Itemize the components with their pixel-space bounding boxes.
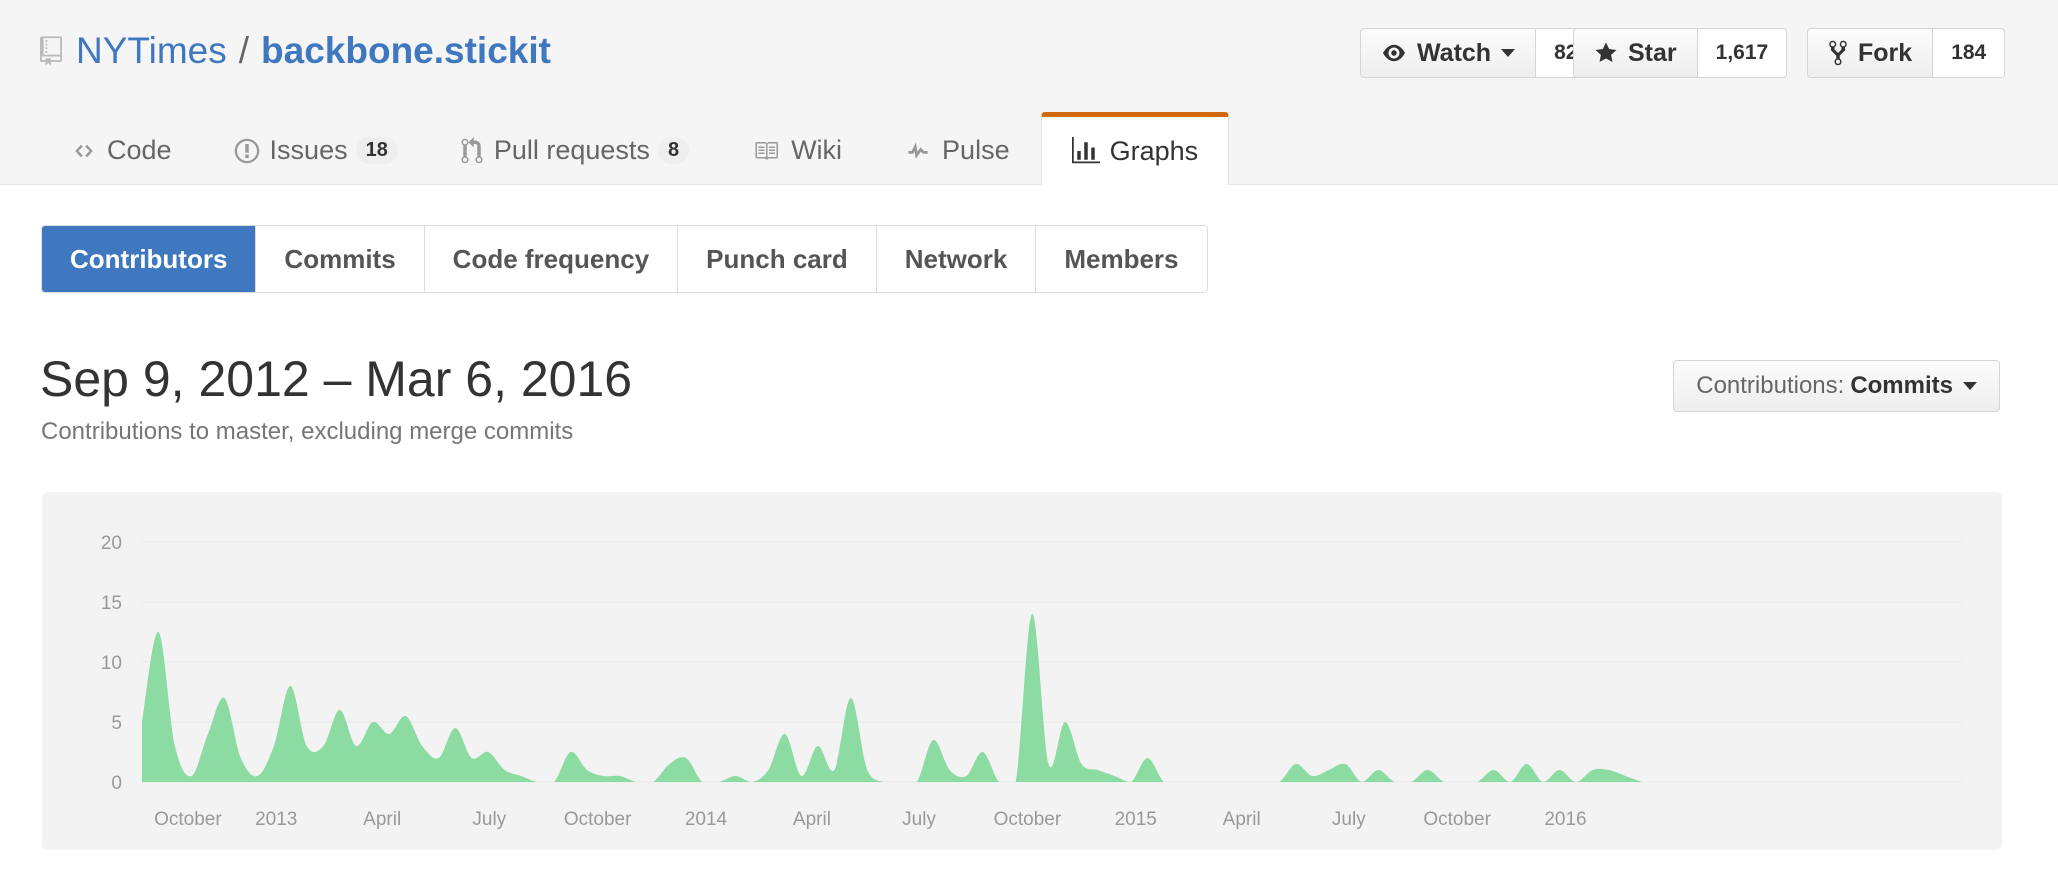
x-tick-label: July [1332, 809, 1366, 830]
x-tick-label: 2014 [685, 809, 728, 830]
code-icon [75, 144, 93, 157]
pulse-icon [908, 141, 928, 159]
pull-requests-counter: 8 [657, 137, 690, 164]
subnav-code-frequency[interactable]: Code frequency [423, 226, 678, 292]
contributions-area-chart: 20151050October 2013 April July October 2014 A… [101, 533, 1962, 830]
watch-label: Watch [1417, 38, 1492, 67]
contributions-select-value: Commits [1850, 372, 1953, 399]
star-icon [1595, 42, 1617, 62]
x-tick-label: 2013 [255, 809, 297, 830]
contributions-type-select[interactable]: Contributions: Commits [1673, 360, 2000, 412]
fork-label: Fork [1858, 38, 1913, 67]
date-range-subtitle: Contributions to master, excluding merge… [41, 418, 574, 445]
fork-group: Fork 184 [1807, 28, 2006, 78]
x-tick-label: October [564, 809, 632, 830]
repo-book-icon [40, 36, 62, 66]
date-range-title: Sep 9, 2012 – Mar 6, 2016 [40, 351, 633, 407]
y-tick-label: 15 [101, 593, 122, 614]
tab-pull-requests[interactable]: Pull requests 8 [429, 112, 720, 184]
x-tick-label: 2016 [1544, 809, 1586, 830]
issues-counter: 18 [355, 137, 398, 164]
repo-name-link[interactable]: backbone.stickit [261, 30, 551, 72]
star-label: Star [1628, 38, 1677, 67]
star-group: Star 1,617 [1573, 28, 1788, 78]
tab-issues-label: Issues [269, 135, 348, 165]
x-tick-label: July [902, 809, 936, 830]
git-pull-request-icon [461, 136, 483, 163]
repo-owner-link[interactable]: NYTimes [76, 30, 227, 72]
commits-area-series [142, 613, 1642, 782]
watch-caret-icon [1501, 49, 1516, 57]
issue-opened-icon [234, 138, 259, 163]
tab-graphs-label: Graphs [1109, 135, 1199, 166]
tab-pulse[interactable]: Pulse [873, 112, 1041, 184]
graph-icon [1071, 137, 1100, 164]
stargazers-count[interactable]: 1,617 [1697, 28, 1788, 78]
fork-icon [1829, 40, 1847, 66]
x-tick-label: October [1423, 809, 1491, 830]
graphs-subnav: Contributors Commits Code frequency Punc… [41, 225, 1208, 293]
y-tick-label: 10 [101, 653, 122, 674]
repo-nav: Code Issues 18 Pull requests 8 Wiki Puls… [40, 112, 1230, 185]
x-tick-label: October [154, 809, 222, 830]
contributions-select-prefix: Contributions: [1696, 372, 1845, 399]
tab-wiki[interactable]: Wiki [720, 112, 873, 184]
subnav-network[interactable]: Network [875, 226, 1036, 292]
tab-issues[interactable]: Issues 18 [203, 112, 429, 184]
subnav-contributors[interactable]: Contributors [42, 226, 256, 292]
x-tick-label: 2015 [1115, 809, 1157, 830]
book-icon [755, 141, 779, 160]
x-tick-label: April [1223, 809, 1261, 830]
y-tick-label: 5 [111, 713, 122, 734]
watch-button[interactable]: Watch [1360, 28, 1537, 78]
y-tick-label: 20 [101, 533, 122, 554]
subnav-members[interactable]: Members [1035, 226, 1207, 292]
tab-graphs[interactable]: Graphs [1040, 112, 1230, 185]
x-tick-label: April [793, 809, 831, 830]
tab-pull-requests-label: Pull requests [493, 135, 650, 165]
x-tick-label: July [472, 809, 506, 830]
y-tick-label: 0 [111, 773, 122, 794]
subnav-punch-card[interactable]: Punch card [677, 226, 876, 292]
subnav-commits[interactable]: Commits [255, 226, 424, 292]
tab-code[interactable]: Code [40, 112, 203, 184]
tab-wiki-label: Wiki [791, 135, 843, 165]
forks-count[interactable]: 184 [1933, 28, 2006, 78]
select-caret-icon [1963, 382, 1977, 390]
contributions-chart: 20 15 10 5 0 October 2013 April July October 2014 A… [42, 492, 2002, 850]
x-tick-label: April [363, 809, 401, 830]
tab-code-label: Code [107, 135, 172, 165]
eye-icon [1383, 44, 1405, 62]
fork-button[interactable]: Fork [1807, 28, 1934, 78]
tab-pulse-label: Pulse [942, 135, 1010, 165]
x-tick-label: October [994, 809, 1062, 830]
repo-header: NYTimes / backbone.stickit Watch 82 Star… [0, 0, 2058, 185]
repo-path-separator: / [238, 30, 250, 71]
repo-title: NYTimes / backbone.stickit [40, 30, 551, 72]
watch-group: Watch 82 [1360, 28, 1597, 78]
star-button[interactable]: Star [1573, 28, 1698, 78]
